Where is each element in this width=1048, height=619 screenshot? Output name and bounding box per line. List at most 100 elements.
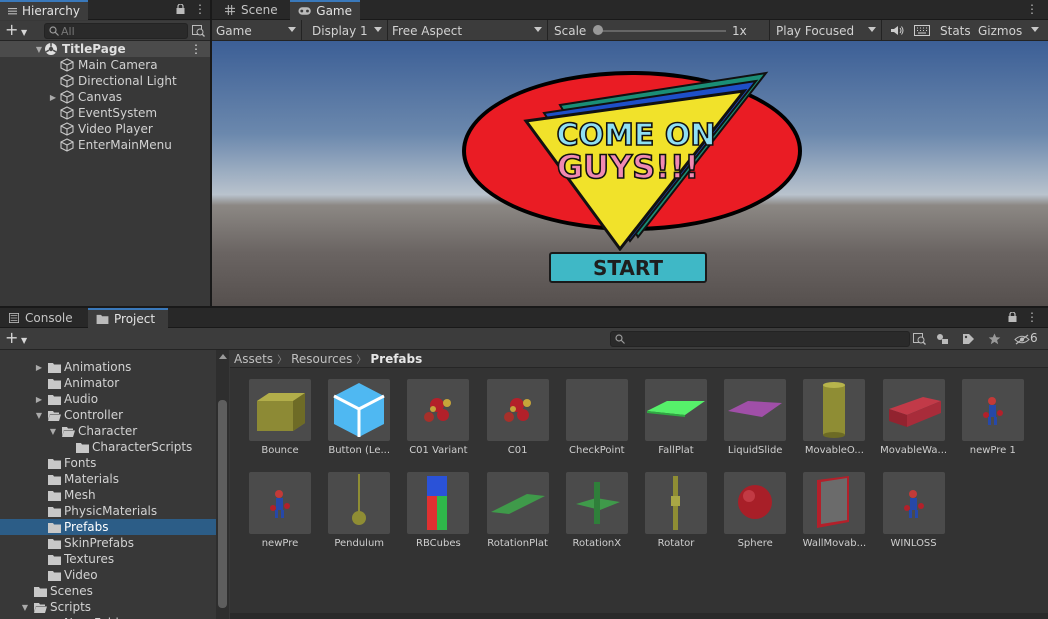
create-button[interactable]: + ▼ xyxy=(5,22,31,39)
breadcrumb-resources[interactable]: Resources xyxy=(291,352,352,366)
folder-item-new-folder[interactable]: ▶New Folder xyxy=(0,615,216,619)
more-options-icon[interactable]: ⋮ xyxy=(1026,2,1038,16)
asset-item[interactable]: Rotator xyxy=(628,472,707,562)
tab-console[interactable]: Console xyxy=(0,308,84,328)
tab-scene[interactable]: Scene xyxy=(216,0,288,20)
asset-item[interactable]: RotationPlat xyxy=(470,472,549,562)
scene-row[interactable]: ▼ TitlePage ⋮ xyxy=(0,41,210,57)
collapse-arrow-icon[interactable]: ▼ xyxy=(48,427,58,436)
asset-item[interactable]: Pendulum xyxy=(311,472,391,562)
folder-item-animations[interactable]: ▶ Animations xyxy=(0,359,216,375)
play-mode-dropdown[interactable]: Play Focused xyxy=(772,20,882,41)
asset-item[interactable]: newPre 1 xyxy=(945,379,1024,469)
asset-item[interactable]: Sphere xyxy=(707,472,787,562)
gizmos-dropdown[interactable]: Gizmos xyxy=(974,20,1044,41)
label-icon[interactable] xyxy=(962,333,975,345)
scale-slider-handle[interactable] xyxy=(593,25,603,35)
hierarchy-item-main-camera[interactable]: Main Camera xyxy=(0,57,210,73)
asset-item[interactable]: WallMovab... xyxy=(786,472,866,562)
speaker-icon[interactable] xyxy=(890,25,904,36)
asset-item[interactable]: FallPlat xyxy=(628,379,707,469)
hierarchy-item-video-player[interactable]: Video Player xyxy=(0,121,210,137)
search-by-type-icon[interactable] xyxy=(913,333,926,345)
collapse-arrow-icon[interactable]: ▼ xyxy=(34,411,44,420)
folder-item-prefabs[interactable]: Prefabs xyxy=(0,519,216,535)
hierarchy-item-eventsystem[interactable]: EventSystem xyxy=(0,105,210,121)
folder-item-scenes[interactable]: Scenes xyxy=(0,583,216,599)
lock-icon[interactable] xyxy=(1008,312,1017,322)
asset-item[interactable]: CheckPoint xyxy=(549,379,628,469)
keyboard-icon[interactable] xyxy=(914,25,930,36)
game-mode-dropdown[interactable]: Game xyxy=(212,20,302,41)
folder-icon xyxy=(48,378,61,389)
stats-button[interactable]: Stats xyxy=(936,20,972,41)
folder-item-animator[interactable]: Animator xyxy=(0,375,216,391)
asset-label: RBCubes xyxy=(416,538,461,549)
scale-slider-track[interactable] xyxy=(598,30,726,32)
tab-hierarchy[interactable]: Hierarchy xyxy=(0,0,88,20)
asset-item[interactable]: MovableO... xyxy=(786,379,866,469)
hidden-packages-count: 6 xyxy=(1030,331,1038,345)
folder-item-textures[interactable]: Textures xyxy=(0,551,216,567)
scene-name: TitlePage xyxy=(62,42,126,56)
asset-item[interactable]: Bounce xyxy=(232,379,311,469)
folder-item-characterscripts[interactable]: CharacterScripts xyxy=(0,439,216,455)
scene-menu-icon[interactable]: ⋮ xyxy=(190,42,202,56)
asset-item[interactable]: WINLOSS xyxy=(866,472,945,562)
collapse-arrow-icon[interactable]: ▼ xyxy=(20,603,30,612)
tab-game[interactable]: Game xyxy=(290,0,360,20)
folder-item-mesh[interactable]: Mesh xyxy=(0,487,216,503)
rgb-cubes-icon xyxy=(407,472,470,534)
scroll-up-icon[interactable] xyxy=(219,354,227,359)
tree-scrollbar[interactable] xyxy=(216,350,229,619)
asset-label: Bounce xyxy=(261,445,299,456)
folder-item-skinprefabs[interactable]: SkinPrefabs xyxy=(0,535,216,551)
hierarchy-item-label: Canvas xyxy=(78,90,123,104)
aspect-dropdown[interactable]: Free Aspect xyxy=(388,20,548,41)
more-options-icon[interactable]: ⋮ xyxy=(1026,310,1038,324)
asset-item[interactable]: newPre xyxy=(232,472,311,562)
folder-item-controller[interactable]: ▼ Controller xyxy=(0,407,216,423)
asset-item[interactable]: LiquidSlide xyxy=(707,379,787,469)
project-search-input[interactable] xyxy=(610,331,910,347)
hierarchy-item-label: Main Camera xyxy=(78,58,158,72)
asset-item[interactable]: C01 xyxy=(470,379,549,469)
asset-item[interactable]: Button (Le... xyxy=(311,379,391,469)
display-dropdown[interactable]: Display 1 xyxy=(308,20,388,41)
asset-item[interactable]: RotationX xyxy=(549,472,628,562)
expand-arrow-icon[interactable]: ▶ xyxy=(34,363,44,372)
tree-scrollbar-thumb[interactable] xyxy=(218,400,227,608)
filter-by-type-icon[interactable] xyxy=(936,333,949,345)
folder-item-character[interactable]: ▼ Character xyxy=(0,423,216,439)
star-icon[interactable] xyxy=(988,333,1001,345)
hierarchy-search-input[interactable]: All xyxy=(44,23,188,39)
game-viewport[interactable]: COME ON GUYS!!! START xyxy=(212,41,1048,306)
expand-arrow-icon[interactable]: ▶ xyxy=(34,395,44,404)
breadcrumb-assets[interactable]: Assets xyxy=(234,352,273,366)
create-asset-button[interactable]: + ▼ xyxy=(5,330,31,347)
folder-item-scripts[interactable]: ▼ Scripts xyxy=(0,599,216,615)
folder-item-physicmaterials[interactable]: PhysicMaterials xyxy=(0,503,216,519)
asset-item[interactable]: C01 Variant xyxy=(390,379,470,469)
folder-item-video[interactable]: Video xyxy=(0,567,216,583)
more-options-icon[interactable]: ⋮ xyxy=(194,2,206,16)
folder-item-materials[interactable]: Materials xyxy=(0,471,216,487)
asset-item[interactable]: MovableWa... xyxy=(866,379,947,469)
expand-arrow-icon[interactable]: ▶ xyxy=(48,93,58,102)
asset-item[interactable]: RBCubes xyxy=(390,472,470,562)
expand-arrow-icon[interactable]: ▼ xyxy=(34,45,44,54)
scene-search-icon[interactable] xyxy=(192,25,205,37)
folder-open-icon xyxy=(34,602,47,613)
folder-item-audio[interactable]: ▶ Audio xyxy=(0,391,216,407)
lock-icon[interactable] xyxy=(176,4,185,14)
breadcrumb-prefabs[interactable]: Prefabs xyxy=(370,352,422,366)
hierarchy-item-canvas[interactable]: ▶ Canvas xyxy=(0,89,210,105)
figure-icon xyxy=(882,472,945,534)
start-button[interactable]: START xyxy=(549,252,707,283)
tab-project[interactable]: Project xyxy=(88,308,168,328)
hidden-packages-icon[interactable] xyxy=(1014,334,1030,345)
hierarchy-item-directional-light[interactable]: Directional Light xyxy=(0,73,210,89)
folder-item-fonts[interactable]: Fonts xyxy=(0,455,216,471)
chevron-down-icon xyxy=(1031,27,1039,32)
hierarchy-item-entermainmenu[interactable]: EnterMainMenu xyxy=(0,137,210,153)
